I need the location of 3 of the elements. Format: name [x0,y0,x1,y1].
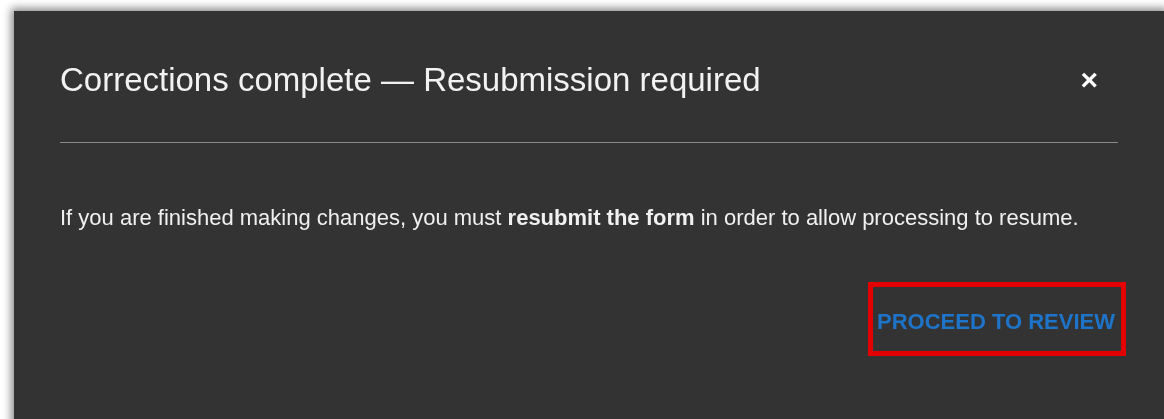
close-button[interactable]: × [1080,64,1118,95]
dialog-title: Corrections complete — Resubmission required [60,60,761,99]
dialog-message: If you are finished making changes, you must resubmit the form in order to allow processing to resume. [60,204,1080,232]
